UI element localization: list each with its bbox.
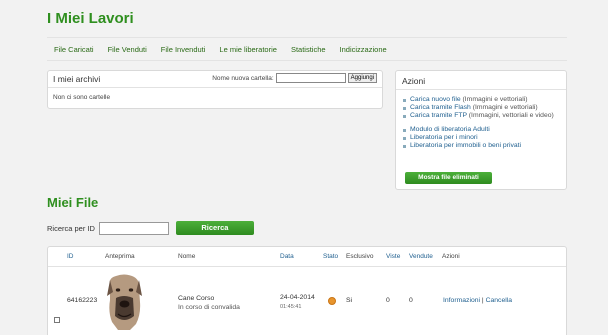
row-id: 64162223	[67, 297, 98, 304]
upload-new-file-link[interactable]: Carica nuovo file	[410, 96, 461, 103]
empty-folders-text: Non ci sono cartelle	[53, 94, 111, 101]
table-row: 64162223 Cane Corso In corso di convalid…	[48, 267, 566, 335]
upload-actions-list: Carica nuovo file (Immagini e vettoriali…	[396, 96, 566, 120]
row-actions: Informazioni | Cancella	[443, 297, 512, 304]
col-date[interactable]: Data	[280, 253, 294, 260]
tab-liberatorie[interactable]: Le mie liberatorie	[212, 38, 284, 60]
search-label: Ricerca per ID	[47, 223, 95, 233]
archives-panel: I miei archivi Nome nuova cartella: Aggi…	[47, 70, 383, 109]
release-forms-list: Modulo di liberatoria Adulti Liberatoria…	[396, 126, 566, 150]
col-actions: Azioni	[442, 253, 460, 260]
col-state[interactable]: Stato	[323, 253, 338, 260]
list-item: Liberatoria per immobili o beni privati	[403, 142, 559, 150]
row-name: Cane Corso	[178, 295, 215, 302]
tab-indicizzazione[interactable]: Indicizzazione	[333, 38, 394, 60]
row-sold: 0	[409, 297, 413, 304]
list-item: Modulo di liberatoria Adulti	[403, 126, 559, 134]
row-exclusive: Si	[346, 297, 353, 304]
upload-note: (Immagini e vettoriali)	[472, 104, 538, 111]
col-exclusive: Esclusivo	[346, 253, 374, 260]
search-button[interactable]: Ricerca	[175, 221, 254, 235]
col-views[interactable]: Viste	[386, 253, 400, 260]
list-item: Carica nuovo file (Immagini e vettoriali…	[403, 96, 559, 104]
row-status-text: In corso di convalida	[178, 304, 240, 311]
search-id-input[interactable]	[98, 221, 169, 235]
col-id[interactable]: ID	[67, 253, 74, 260]
row-date: 24-04-2014	[280, 294, 315, 301]
release-adults-link[interactable]: Modulo di liberatoria Adulti	[410, 126, 490, 133]
col-name: Nome	[178, 253, 196, 260]
archives-title: I miei archivi	[53, 74, 101, 84]
upload-note: (Immagini e vettoriali)	[462, 96, 528, 103]
delete-link[interactable]: Cancella	[486, 297, 512, 304]
upload-note: (Immagini, vettoriali e video)	[468, 112, 554, 119]
list-item: Carica tramite FTP (Immagini, vettoriali…	[403, 112, 559, 120]
release-minors-link[interactable]: Liberatoria per i minori	[410, 134, 478, 141]
row-views: 0	[386, 297, 390, 304]
new-folder-label: Nome nuova cartella:	[212, 74, 274, 82]
tab-file-venduti[interactable]: File Venduti	[101, 38, 154, 60]
tab-bar: File Caricati File Venduti File Invendut…	[47, 37, 567, 61]
list-item: Carica tramite Flash (Immagini e vettori…	[403, 104, 559, 112]
col-preview: Anteprima	[105, 253, 135, 260]
info-link[interactable]: Informazioni	[443, 297, 480, 304]
tab-file-invenduti[interactable]: File Invenduti	[154, 38, 213, 60]
page-title: I Miei Lavori	[47, 10, 134, 27]
list-item: Liberatoria per i minori	[403, 134, 559, 142]
my-files-title: Miei File	[47, 195, 99, 210]
upload-ftp-link[interactable]: Carica tramite FTP	[410, 112, 467, 119]
tab-statistiche[interactable]: Statistiche	[284, 38, 333, 60]
status-dot-icon	[328, 297, 336, 305]
new-folder-form: Nome nuova cartella: Aggiungi	[212, 73, 377, 83]
files-table: ID Anteprima Nome Data Stato Esclusivo V…	[47, 246, 567, 335]
new-folder-input[interactable]	[275, 73, 346, 83]
id-search-form: Ricerca per ID Ricerca	[47, 221, 254, 235]
tab-file-caricati[interactable]: File Caricati	[47, 38, 101, 60]
actions-title: Azioni	[396, 71, 566, 90]
row-checkbox[interactable]	[54, 317, 60, 323]
upload-flash-link[interactable]: Carica tramite Flash	[410, 104, 471, 111]
col-sold[interactable]: Vendute	[409, 253, 433, 260]
row-time: 01:45:41	[280, 304, 302, 310]
archives-header: I miei archivi Nome nuova cartella: Aggi…	[48, 71, 382, 88]
table-header: ID Anteprima Nome Data Stato Esclusivo V…	[48, 247, 566, 267]
preview-thumbnail[interactable]	[106, 272, 143, 330]
release-property-link[interactable]: Liberatoria per immobili o beni privati	[410, 142, 521, 149]
actions-panel: Azioni Carica nuovo file (Immagini e vet…	[395, 70, 567, 190]
action-separator: |	[481, 297, 484, 304]
add-folder-button[interactable]: Aggiungi	[347, 73, 377, 83]
show-deleted-files-button[interactable]: Mostra file eliminati	[405, 172, 492, 184]
